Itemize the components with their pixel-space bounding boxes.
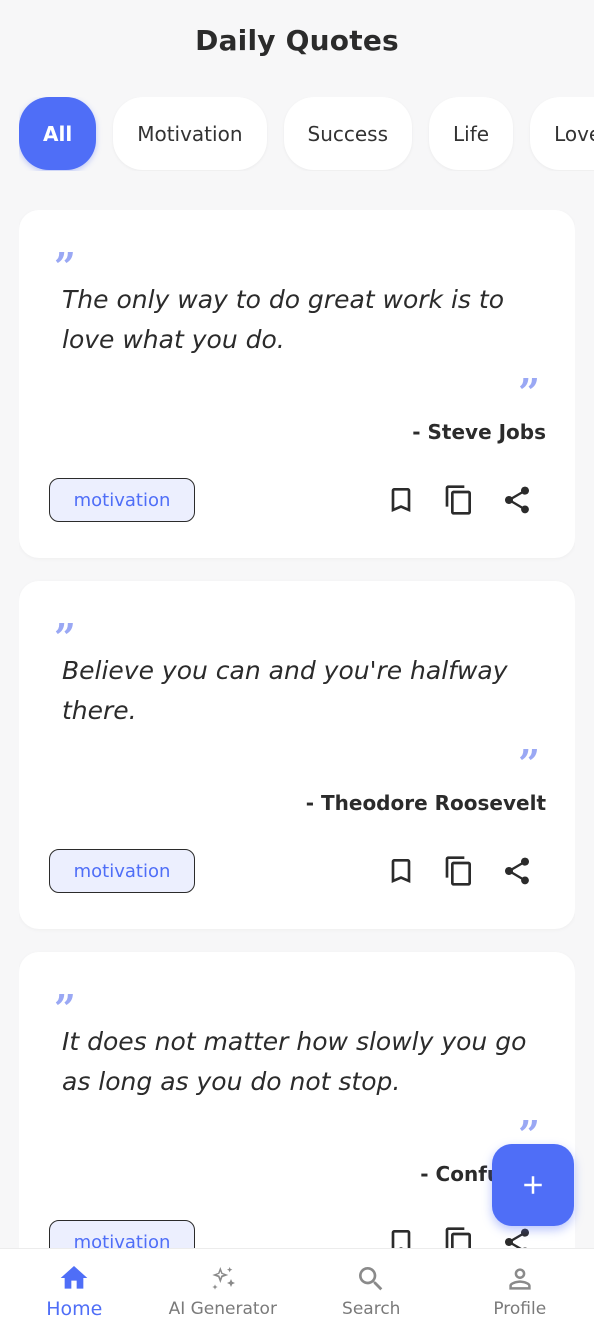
bookmark-button[interactable] (383, 482, 419, 518)
copy-button[interactable] (441, 1224, 477, 1248)
chip-label: All (43, 121, 73, 146)
home-icon (60, 1265, 88, 1289)
share-icon (505, 486, 529, 514)
person-icon (509, 1267, 531, 1290)
nav-ai-generator[interactable]: AI Generator (149, 1249, 298, 1332)
nav-search[interactable]: Search (297, 1249, 446, 1332)
chip-success[interactable]: Success (283, 97, 413, 170)
bookmark-icon (391, 859, 411, 883)
sparkles-icon (212, 1266, 235, 1290)
search-icon (359, 1266, 383, 1290)
chip-label: Motivation (137, 121, 243, 146)
page-title: Daily Quotes (195, 23, 399, 57)
share-icon (505, 1228, 529, 1248)
share-button[interactable] (499, 853, 535, 889)
open-quote-icon: ” (54, 248, 76, 270)
open-quote-icon: ” (54, 990, 76, 1012)
quote-actions (383, 482, 535, 518)
quote-feed: ” The only way to do great work is to lo… (19, 210, 575, 1248)
quote-actions (383, 853, 535, 889)
nav-label: Profile (493, 1298, 547, 1319)
close-quote-icon: ” (518, 745, 540, 767)
close-quote-icon: ” (518, 374, 540, 396)
chip-label: Life (453, 121, 490, 146)
open-quote-icon: ” (54, 619, 76, 641)
quote-text: It does not matter how slowly you go as … (62, 1027, 527, 1096)
quote-actions (383, 1224, 535, 1248)
quote-text: The only way to do great work is to love… (62, 285, 504, 354)
plus-icon (524, 1176, 542, 1194)
chip-motivation[interactable]: Motivation (113, 97, 267, 170)
app-header: Daily Quotes (0, 0, 594, 80)
nav-label: Search (342, 1298, 401, 1319)
chip-label: Success (307, 121, 389, 146)
bookmark-button[interactable] (383, 1224, 419, 1248)
copy-button[interactable] (441, 482, 477, 518)
quote-author: - Steve Jobs (412, 420, 546, 444)
close-quote-icon: ” (518, 1116, 540, 1138)
chip-label: Love (554, 121, 594, 146)
quote-tag[interactable]: motivation (49, 478, 195, 522)
bookmark-icon (391, 1230, 411, 1248)
quote-tag[interactable]: motivation (49, 1220, 195, 1248)
add-quote-button[interactable] (492, 1144, 574, 1226)
copy-button[interactable] (441, 853, 477, 889)
category-chips: All Motivation Success Life Love (19, 97, 594, 171)
nav-home[interactable]: Home (0, 1249, 149, 1332)
nav-profile[interactable]: Profile (446, 1249, 594, 1332)
quote-card: ” Believe you can and you're halfway the… (19, 581, 575, 929)
quote-tag[interactable]: motivation (49, 849, 195, 893)
quote-text: Believe you can and you're halfway there… (62, 656, 508, 725)
chip-love[interactable]: Love (530, 97, 594, 170)
nav-label: AI Generator (168, 1298, 277, 1319)
bookmark-button[interactable] (383, 853, 419, 889)
bookmark-icon (391, 488, 411, 512)
copy-icon (445, 1227, 471, 1248)
quote-author: - Theodore Roosevelt (305, 791, 546, 815)
copy-icon (445, 485, 471, 515)
chip-life[interactable]: Life (429, 97, 514, 170)
quote-card: ” The only way to do great work is to lo… (19, 210, 575, 558)
nav-label: Home (46, 1297, 103, 1320)
bottom-nav: Home AI Generator Search Profile (0, 1248, 594, 1332)
share-button[interactable] (499, 482, 535, 518)
share-icon (505, 857, 529, 885)
share-button[interactable] (499, 1224, 535, 1248)
copy-icon (445, 856, 471, 886)
chip-all[interactable]: All (19, 97, 97, 170)
